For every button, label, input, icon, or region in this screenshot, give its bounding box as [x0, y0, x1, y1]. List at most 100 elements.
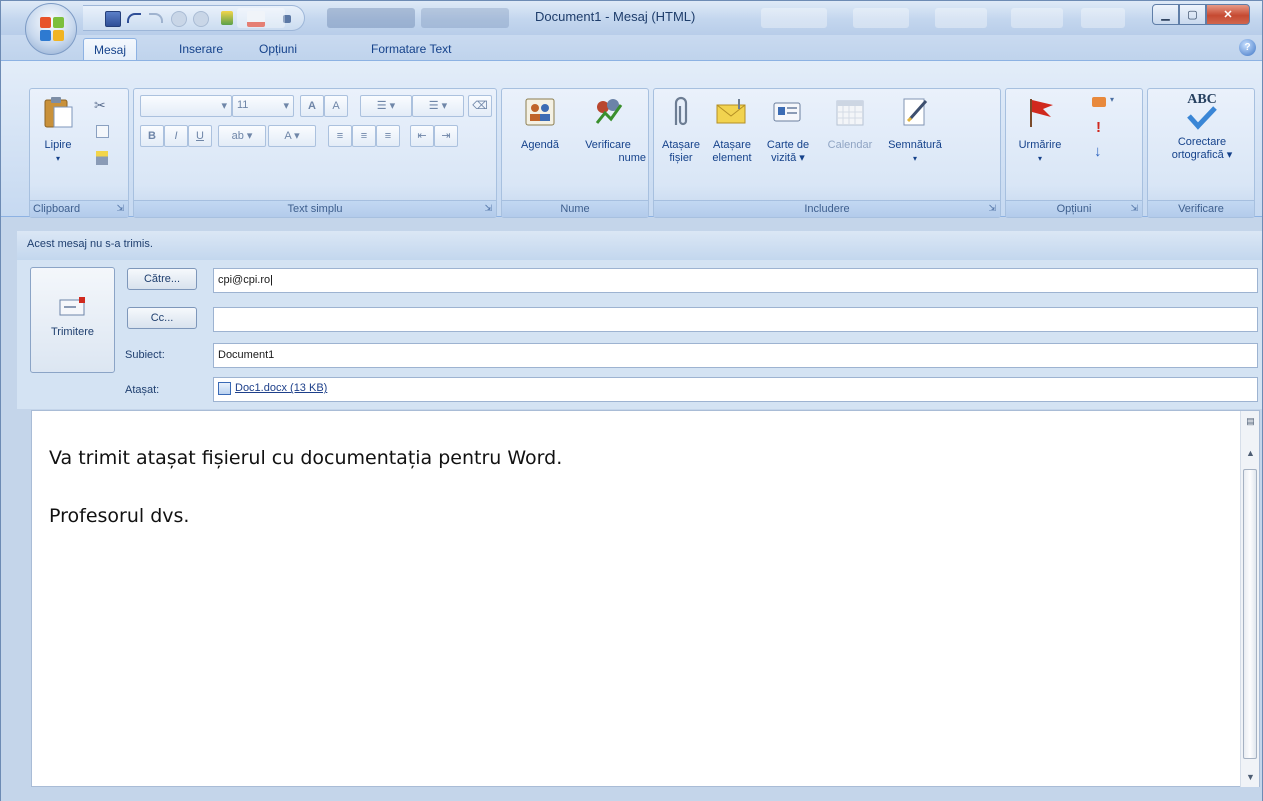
info-bar: Acest mesaj nu s-a trimis.: [17, 231, 1262, 260]
vertical-scrollbar[interactable]: ▤ ▲ ▼: [1240, 411, 1259, 788]
taskbar-preview-3: [421, 8, 509, 28]
grow-font-button[interactable]: A: [300, 95, 324, 117]
address-book-icon: [525, 98, 555, 126]
business-card-button[interactable]: Carte de vizită ▾: [758, 95, 818, 165]
highlight-button[interactable]: ab ▾: [218, 125, 266, 147]
paperclip-icon: [674, 96, 688, 126]
align-center-button[interactable]: ≡: [352, 125, 376, 147]
subject-field[interactable]: Document1: [213, 343, 1258, 368]
paste-label: Lipire: [44, 139, 72, 151]
scrollbar-thumb[interactable]: [1243, 469, 1257, 759]
high-importance-icon[interactable]: !: [1096, 119, 1101, 136]
subject-value: Document1: [218, 349, 275, 361]
taskbar-preview-8: [1081, 8, 1125, 28]
scroll-up-arrow-icon[interactable]: ▲: [1242, 445, 1259, 462]
previous-item-icon[interactable]: [171, 11, 187, 27]
attachment-link[interactable]: Doc1.docx (13 KB): [235, 382, 327, 394]
check-names-button[interactable]: Verificare nume: [570, 95, 646, 165]
attach-file-button[interactable]: Atașare fișier: [658, 95, 704, 165]
scroll-down-arrow-icon[interactable]: ▼: [1242, 769, 1259, 786]
numbering-button[interactable]: ☰ ▾: [412, 95, 464, 117]
format-painter-icon[interactable]: [96, 151, 108, 165]
to-button[interactable]: Către...: [127, 268, 197, 290]
to-field[interactable]: cpi@cpi.ro|: [213, 268, 1258, 293]
undo-icon[interactable]: [127, 13, 141, 23]
body-text[interactable]: Va trimit atașat fișierul cu documentați…: [49, 444, 562, 560]
taskbar-preview-5: [853, 8, 909, 28]
group-label-verificare: Verificare: [1148, 200, 1254, 217]
decrease-indent-button[interactable]: ⇤: [410, 125, 434, 147]
cc-button[interactable]: Cc...: [127, 307, 197, 329]
cut-icon[interactable]: ✂: [94, 97, 106, 114]
next-item-icon[interactable]: [193, 11, 209, 27]
help-icon[interactable]: ?: [1239, 39, 1256, 56]
title-bar: Document1 - Mesaj (HTML) ▁ ▢ ✕: [1, 1, 1262, 35]
group-clipboard: Lipire ▾ ✂ Clipboard ⇲: [29, 88, 129, 218]
align-left-button[interactable]: ≡: [328, 125, 352, 147]
font-name-field[interactable]: ▾: [140, 95, 232, 117]
dialog-launcher-icon[interactable]: ⇲: [988, 203, 996, 214]
group-nume: Agendă Verificare nume Nume: [501, 88, 649, 218]
office-button[interactable]: [25, 3, 77, 55]
signature-button[interactable]: Semnătură ▾: [882, 95, 948, 165]
check-names-label-2: nume: [618, 152, 646, 164]
paste-button[interactable]: Lipire ▾: [34, 95, 82, 165]
maximize-button[interactable]: ▢: [1179, 4, 1206, 25]
taskbar-preview-4: [761, 8, 827, 28]
calendar-button[interactable]: Calendar: [822, 95, 878, 152]
copy-icon[interactable]: [96, 125, 109, 138]
tab-optiuni[interactable]: Opțiuni: [249, 38, 307, 61]
signature-label: Semnătură: [888, 139, 942, 151]
format-painter-icon[interactable]: [221, 11, 233, 25]
group-label-nume: Nume: [502, 200, 648, 217]
attach-item-label-2: element: [712, 152, 752, 164]
save-icon[interactable]: [105, 11, 121, 27]
group-label-text: Text simplu: [134, 200, 496, 217]
clear-formatting-button[interactable]: ⌫: [468, 95, 492, 117]
dialog-launcher-icon[interactable]: ⇲: [484, 203, 492, 214]
business-card-label-1: Carte de: [766, 139, 810, 151]
outlook-window: Document1 - Mesaj (HTML) ▁ ▢ ✕ Mesaj Ins…: [0, 0, 1263, 801]
message-body[interactable]: Va trimit atașat fișierul cu documentați…: [31, 410, 1260, 788]
office-logo-icon: [40, 17, 64, 41]
calendar-icon: [836, 100, 864, 126]
cc-field[interactable]: [213, 307, 1258, 332]
spelling-button[interactable]: ABC Corectare ortografică ▾: [1152, 93, 1252, 162]
tab-mesaj[interactable]: Mesaj: [83, 38, 138, 61]
increase-indent-button[interactable]: ⇥: [434, 125, 458, 147]
tab-formatare-text[interactable]: Formatare Text: [361, 38, 461, 61]
send-button[interactable]: Trimitere: [30, 267, 115, 373]
bullets-button[interactable]: ☰ ▾: [360, 95, 412, 117]
attachment-field[interactable]: Doc1.docx (13 KB): [213, 377, 1258, 402]
align-right-button[interactable]: ≡: [376, 125, 400, 147]
bold-button[interactable]: B: [140, 125, 164, 147]
categorize-icon[interactable]: [1092, 97, 1106, 107]
attach-item-button[interactable]: Atașare element: [706, 95, 758, 165]
font-size-field[interactable]: 11 ▾: [232, 95, 294, 117]
redo-icon[interactable]: [149, 13, 163, 23]
taskbar-preview-6: [935, 8, 987, 28]
ruler-toggle-icon[interactable]: ▤: [1242, 413, 1259, 430]
shrink-font-button[interactable]: A: [324, 95, 348, 117]
font-color-button[interactable]: A ▾: [268, 125, 316, 147]
abc-label: ABC: [1187, 92, 1217, 107]
paste-icon: [44, 97, 73, 128]
spell-check-icon: [1187, 106, 1217, 130]
address-book-button[interactable]: Agendă: [508, 95, 572, 152]
italic-button[interactable]: I: [164, 125, 188, 147]
business-card-label-2: vizită ▾: [771, 152, 805, 164]
chevron-down-icon: ▾: [1110, 95, 1115, 104]
chevron-down-icon: ▾: [912, 154, 917, 163]
close-button[interactable]: ✕: [1206, 4, 1250, 25]
group-label-clipboard: Clipboard: [30, 200, 128, 217]
dialog-launcher-icon[interactable]: ⇲: [116, 203, 124, 214]
low-importance-icon[interactable]: ↓: [1094, 143, 1102, 160]
tab-inserare[interactable]: Inserare: [169, 38, 233, 61]
body-line-1: Va trimit atașat fișierul cu documentați…: [49, 447, 563, 469]
chevron-down-icon: ▾: [55, 154, 60, 163]
minimize-button[interactable]: ▁: [1152, 4, 1179, 25]
group-label-includere: Includere: [654, 200, 1000, 217]
follow-up-button[interactable]: Urmărire ▾: [1010, 95, 1070, 165]
dialog-launcher-icon[interactable]: ⇲: [1130, 203, 1138, 214]
underline-button[interactable]: U: [188, 125, 212, 147]
